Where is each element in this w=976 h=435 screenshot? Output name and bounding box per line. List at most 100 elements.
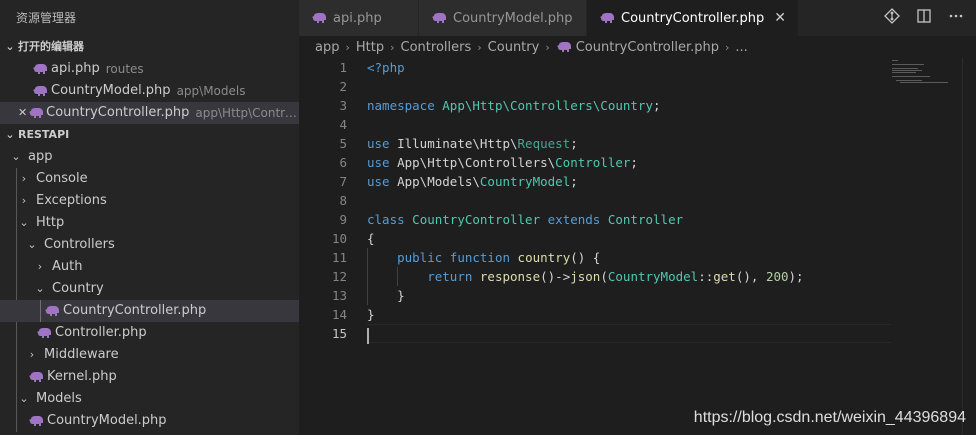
indent-guide	[16, 344, 17, 366]
line-number: 2	[339, 79, 347, 94]
indent-guide	[16, 322, 17, 344]
code-line: class CountryController extends Controll…	[367, 210, 891, 229]
code-line: namespace App\Http\Controllers\Country;	[367, 96, 891, 115]
tree-file-countrycontroller[interactable]: CountryController.php	[0, 300, 299, 322]
code-line: public function country() {	[367, 248, 891, 267]
chevron-right-icon: ›	[21, 172, 27, 185]
line-number: 10	[331, 231, 347, 246]
tree-folder-models[interactable]: ⌄ Models	[0, 388, 299, 410]
open-editor-desc: app\Models	[176, 84, 246, 98]
tree-file-countrymodel[interactable]: CountryModel.php	[0, 410, 299, 432]
breadcrumb-trail[interactable]: ...	[735, 40, 747, 55]
tree-label: Auth	[52, 259, 83, 274]
tab-label: api.php	[333, 10, 382, 26]
tab-countrycontroller[interactable]: CountryController.php ✕	[587, 0, 800, 36]
indent-guide	[367, 248, 368, 267]
tree-folder-auth[interactable]: › Auth	[0, 256, 299, 278]
code-token: ::	[698, 269, 714, 284]
line-number: 13	[331, 288, 347, 303]
minimap[interactable]	[892, 58, 962, 88]
open-editor-item[interactable]: CountryModel.php app\Models	[0, 80, 299, 102]
indent-guide	[16, 410, 17, 432]
text-cursor	[367, 327, 369, 344]
php-elephant-icon	[311, 10, 327, 26]
chevron-right-icon: ›	[477, 40, 482, 54]
indent-guide	[397, 267, 398, 286]
vertical-scrollbar[interactable]	[962, 58, 976, 435]
tree-folder-middleware[interactable]: › Middleware	[0, 344, 299, 366]
open-editor-name: api.php	[51, 61, 100, 76]
chevron-down-icon: ⌄	[19, 392, 29, 405]
tree-label: Middleware	[44, 347, 119, 362]
editor-actions	[884, 0, 976, 36]
close-icon[interactable]: ✕	[16, 102, 29, 124]
code-line: {	[367, 229, 891, 248]
line-number: 3	[339, 98, 347, 113]
code-token: response	[479, 269, 541, 284]
code-token: ;	[570, 174, 578, 189]
tree-label: Controller.php	[55, 325, 147, 340]
code-token: App\Http\Controllers\	[397, 155, 556, 170]
code-token: extends	[547, 212, 601, 227]
code-token: use	[367, 136, 390, 151]
open-editor-item[interactable]: api.php routes	[0, 58, 299, 80]
php-elephant-icon	[32, 61, 48, 77]
code-line: }	[367, 286, 891, 305]
chevron-down-icon: ⌄	[35, 282, 45, 295]
code-area[interactable]: <?php namespace App\Http\Controllers\Cou…	[367, 58, 891, 344]
breadcrumb-item[interactable]: Controllers	[401, 40, 472, 55]
tab-label: CountryController.php	[621, 10, 765, 26]
php-elephant-icon	[28, 369, 44, 385]
line-number: 6	[339, 155, 347, 170]
code-token: ;	[630, 155, 638, 170]
tree-folder-controllers[interactable]: ⌄ Controllers	[0, 234, 299, 256]
tree-folder-console[interactable]: › Console	[0, 168, 299, 190]
indent-guide	[367, 267, 368, 286]
minimap-line	[896, 80, 922, 81]
chevron-down-icon: ⌄	[5, 40, 15, 53]
tree-folder-country[interactable]: ⌄ Country	[0, 278, 299, 300]
code-line: use App\Models\CountryModel;	[367, 172, 891, 191]
minimap-line	[892, 70, 922, 71]
code-token: json	[570, 269, 601, 284]
tree-file-kernel[interactable]: Kernel.php	[0, 366, 299, 388]
tab-api[interactable]: api.php	[299, 0, 419, 36]
code-line: use Illuminate\Http\Request;	[367, 134, 891, 153]
code-token: App\Http\Controllers\Country	[442, 98, 653, 113]
code-editor[interactable]: 1 2 3 4 5 6 7 8 9 10 11 12 13 14 15 <?ph…	[299, 58, 976, 435]
code-token: );	[788, 269, 804, 284]
code-token: namespace	[367, 98, 435, 113]
tab-label: CountryModel.php	[453, 10, 573, 26]
breadcrumb-item[interactable]: Country	[488, 40, 540, 55]
open-editor-item-active[interactable]: ✕ CountryController.php app\Http\Control…	[0, 102, 299, 124]
indent-guide	[16, 388, 17, 410]
breadcrumb-item[interactable]: app	[315, 40, 339, 55]
breadcrumb-file[interactable]: CountryController.php	[576, 40, 719, 55]
tree-label: CountryModel.php	[47, 413, 167, 428]
open-editors-header[interactable]: ⌄ 打开的编辑器	[0, 36, 299, 58]
explorer-sidebar: 资源管理器 ⌄ 打开的编辑器 api.php routes CountryMod…	[0, 0, 299, 435]
minimap-line	[892, 68, 918, 69]
tab-close-icon[interactable]: ✕	[774, 10, 786, 26]
code-token: Illuminate\Http\	[397, 136, 518, 151]
breadcrumb-item[interactable]: Http	[356, 40, 384, 55]
code-token: 200	[765, 269, 789, 284]
code-token: class	[367, 212, 405, 227]
git-compare-icon[interactable]	[884, 8, 900, 28]
tree-folder-http[interactable]: ⌄ Http	[0, 212, 299, 234]
tree-folder-exceptions[interactable]: › Exceptions	[0, 190, 299, 212]
code-token: App\Models\	[397, 174, 480, 189]
php-elephant-icon	[599, 10, 615, 26]
indent-guide	[16, 168, 17, 190]
code-token: (),	[735, 269, 766, 284]
chevron-down-icon: ⌄	[11, 150, 21, 163]
code-token: (	[600, 269, 608, 284]
tree-folder-app[interactable]: ⌄ app	[0, 146, 299, 168]
project-header[interactable]: ⌄ RESTAPI	[0, 124, 299, 146]
tree-file-controller[interactable]: Controller.php	[0, 322, 299, 344]
split-editor-icon[interactable]	[916, 8, 932, 28]
tab-countrymodel[interactable]: CountryModel.php	[419, 0, 587, 36]
project-label: RESTAPI	[18, 128, 70, 141]
more-icon[interactable]	[948, 8, 964, 28]
open-editor-name: CountryController.php	[46, 105, 190, 120]
